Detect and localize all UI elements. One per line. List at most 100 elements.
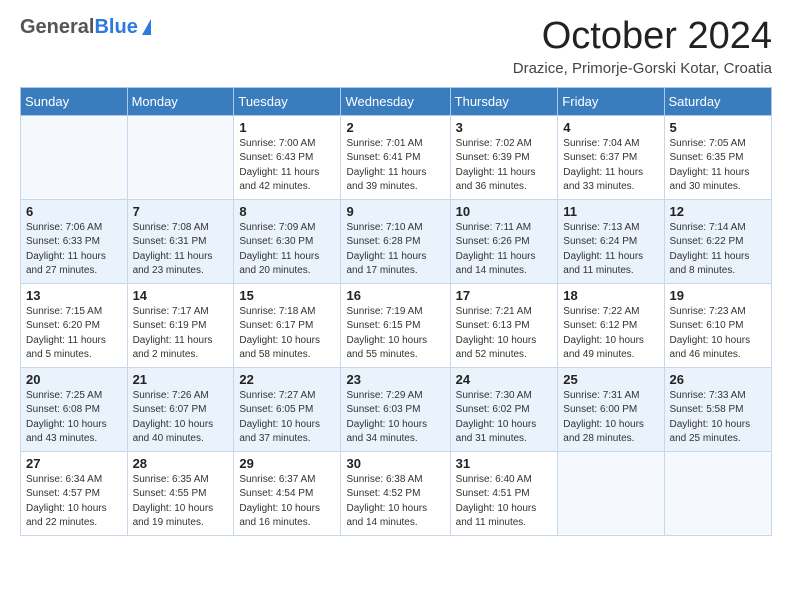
col-sunday: Sunday xyxy=(21,87,128,115)
day-info: Sunrise: 7:31 AM Sunset: 6:00 PM Dayligh… xyxy=(563,389,658,447)
calendar-cell: 31 Sunrise: 6:40 AM Sunset: 4:51 PM Dayli… xyxy=(450,451,558,535)
day-number: 5 xyxy=(670,120,766,135)
day-info: Sunrise: 6:38 AM Sunset: 4:52 PM Dayligh… xyxy=(346,473,444,531)
day-number: 28 xyxy=(133,456,229,471)
calendar-cell: 16 Sunrise: 7:19 AM Sunset: 6:15 PM Dayli… xyxy=(341,283,450,367)
calendar-header-row: Sunday Monday Tuesday Wednesday Thursday… xyxy=(21,87,772,115)
calendar-cell: 8 Sunrise: 7:09 AM Sunset: 6:30 PM Daylig… xyxy=(234,199,341,283)
month-title: October 2024 xyxy=(513,16,772,58)
day-number: 6 xyxy=(26,204,122,219)
calendar-cell: 14Sunrise: 7:17 AM Sunset: 6:19 PM Dayli… xyxy=(127,283,234,367)
day-info: Sunrise: 7:00 AM Sunset: 6:43 PM Dayligh… xyxy=(239,137,335,195)
day-info: Sunrise: 7:11 AM Sunset: 6:26 PM Dayligh… xyxy=(456,221,553,279)
day-info: Sunrise: 7:26 AM Sunset: 6:07 PM Dayligh… xyxy=(133,389,229,447)
day-number: 22 xyxy=(239,372,335,387)
col-thursday: Thursday xyxy=(450,87,558,115)
day-number: 24 xyxy=(456,372,553,387)
day-info: Sunrise: 7:27 AM Sunset: 6:05 PM Dayligh… xyxy=(239,389,335,447)
day-number: 29 xyxy=(239,456,335,471)
calendar-cell: 21 Sunrise: 7:26 AM Sunset: 6:07 PM Dayli… xyxy=(127,367,234,451)
calendar-cell: 10Sunrise: 7:11 AM Sunset: 6:26 PM Dayli… xyxy=(450,199,558,283)
day-info: Sunrise: 7:30 AM Sunset: 6:02 PM Dayligh… xyxy=(456,389,553,447)
day-number: 9 xyxy=(346,204,444,219)
calendar-cell: 4 Sunrise: 7:04 AM Sunset: 6:37 PM Daylig… xyxy=(558,115,664,199)
calendar-week-row: 1 Sunrise: 7:00 AM Sunset: 6:43 PM Daylig… xyxy=(21,115,772,199)
day-info: Sunrise: 7:09 AM Sunset: 6:30 PM Dayligh… xyxy=(239,221,335,279)
day-number: 31 xyxy=(456,456,553,471)
day-info: Sunrise: 7:08 AM Sunset: 6:31 PM Dayligh… xyxy=(133,221,229,279)
day-info: Sunrise: 7:22 AM Sunset: 6:12 PM Dayligh… xyxy=(563,305,658,363)
day-number: 16 xyxy=(346,288,444,303)
day-number: 11 xyxy=(563,204,658,219)
calendar-week-row: 13 Sunrise: 7:15 AM Sunset: 6:20 PM Dayli… xyxy=(21,283,772,367)
calendar-cell xyxy=(664,451,771,535)
calendar-cell: 17Sunrise: 7:21 AM Sunset: 6:13 PM Dayli… xyxy=(450,283,558,367)
day-number: 12 xyxy=(670,204,766,219)
day-number: 13 xyxy=(26,288,122,303)
day-info: Sunrise: 7:19 AM Sunset: 6:15 PM Dayligh… xyxy=(346,305,444,363)
header: General Blue October 2024 Drazice, Primo… xyxy=(20,16,772,77)
day-info: Sunrise: 7:05 AM Sunset: 6:35 PM Dayligh… xyxy=(670,137,766,195)
day-info: Sunrise: 6:35 AM Sunset: 4:55 PM Dayligh… xyxy=(133,473,229,531)
calendar-week-row: 6Sunrise: 7:06 AM Sunset: 6:33 PM Daylig… xyxy=(21,199,772,283)
calendar-cell: 29 Sunrise: 6:37 AM Sunset: 4:54 PM Dayli… xyxy=(234,451,341,535)
calendar-cell: 18 Sunrise: 7:22 AM Sunset: 6:12 PM Dayli… xyxy=(558,283,664,367)
calendar-cell: 13 Sunrise: 7:15 AM Sunset: 6:20 PM Dayli… xyxy=(21,283,128,367)
day-number: 15 xyxy=(239,288,335,303)
calendar-cell xyxy=(21,115,128,199)
day-info: Sunrise: 7:10 AM Sunset: 6:28 PM Dayligh… xyxy=(346,221,444,279)
day-number: 1 xyxy=(239,120,335,135)
calendar-cell: 20 Sunrise: 7:25 AM Sunset: 6:08 PM Dayli… xyxy=(21,367,128,451)
col-friday: Friday xyxy=(558,87,664,115)
day-info: Sunrise: 7:29 AM Sunset: 6:03 PM Dayligh… xyxy=(346,389,444,447)
page: General Blue October 2024 Drazice, Primo… xyxy=(0,0,792,552)
calendar-cell: 2 Sunrise: 7:01 AM Sunset: 6:41 PM Daylig… xyxy=(341,115,450,199)
day-info: Sunrise: 7:02 AM Sunset: 6:39 PM Dayligh… xyxy=(456,137,553,195)
logo: General Blue xyxy=(20,16,151,39)
day-number: 23 xyxy=(346,372,444,387)
day-number: 20 xyxy=(26,372,122,387)
day-number: 18 xyxy=(563,288,658,303)
logo-icon xyxy=(142,19,151,35)
calendar-cell: 11 Sunrise: 7:13 AM Sunset: 6:24 PM Dayli… xyxy=(558,199,664,283)
calendar-week-row: 20 Sunrise: 7:25 AM Sunset: 6:08 PM Dayli… xyxy=(21,367,772,451)
calendar-cell: 28 Sunrise: 6:35 AM Sunset: 4:55 PM Dayli… xyxy=(127,451,234,535)
day-info: Sunrise: 7:21 AM Sunset: 6:13 PM Dayligh… xyxy=(456,305,553,363)
day-info: Sunrise: 6:37 AM Sunset: 4:54 PM Dayligh… xyxy=(239,473,335,531)
day-info: Sunrise: 7:25 AM Sunset: 6:08 PM Dayligh… xyxy=(26,389,122,447)
logo-blue-text: Blue xyxy=(94,16,137,39)
day-number: 2 xyxy=(346,120,444,135)
day-number: 25 xyxy=(563,372,658,387)
day-number: 4 xyxy=(563,120,658,135)
calendar-cell: 24 Sunrise: 7:30 AM Sunset: 6:02 PM Dayli… xyxy=(450,367,558,451)
day-number: 14 xyxy=(133,288,229,303)
day-info: Sunrise: 7:23 AM Sunset: 6:10 PM Dayligh… xyxy=(670,305,766,363)
day-number: 21 xyxy=(133,372,229,387)
logo-general-text: General xyxy=(20,16,94,39)
day-info: Sunrise: 7:01 AM Sunset: 6:41 PM Dayligh… xyxy=(346,137,444,195)
col-monday: Monday xyxy=(127,87,234,115)
calendar-cell: 15 Sunrise: 7:18 AM Sunset: 6:17 PM Dayli… xyxy=(234,283,341,367)
calendar-table: Sunday Monday Tuesday Wednesday Thursday… xyxy=(20,87,772,536)
calendar-cell: 23 Sunrise: 7:29 AM Sunset: 6:03 PM Dayli… xyxy=(341,367,450,451)
day-info: Sunrise: 7:04 AM Sunset: 6:37 PM Dayligh… xyxy=(563,137,658,195)
day-number: 3 xyxy=(456,120,553,135)
location-title: Drazice, Primorje-Gorski Kotar, Croatia xyxy=(513,60,772,77)
calendar-cell xyxy=(127,115,234,199)
calendar-cell: 12Sunrise: 7:14 AM Sunset: 6:22 PM Dayli… xyxy=(664,199,771,283)
calendar-cell: 27Sunrise: 6:34 AM Sunset: 4:57 PM Dayli… xyxy=(21,451,128,535)
day-info: Sunrise: 7:18 AM Sunset: 6:17 PM Dayligh… xyxy=(239,305,335,363)
calendar-cell: 25 Sunrise: 7:31 AM Sunset: 6:00 PM Dayli… xyxy=(558,367,664,451)
day-number: 7 xyxy=(133,204,229,219)
calendar-cell: 30 Sunrise: 6:38 AM Sunset: 4:52 PM Dayli… xyxy=(341,451,450,535)
calendar-cell: 1 Sunrise: 7:00 AM Sunset: 6:43 PM Daylig… xyxy=(234,115,341,199)
day-info: Sunrise: 7:15 AM Sunset: 6:20 PM Dayligh… xyxy=(26,305,122,363)
day-number: 8 xyxy=(239,204,335,219)
day-info: Sunrise: 7:13 AM Sunset: 6:24 PM Dayligh… xyxy=(563,221,658,279)
col-tuesday: Tuesday xyxy=(234,87,341,115)
day-info: Sunrise: 6:34 AM Sunset: 4:57 PM Dayligh… xyxy=(26,473,122,531)
day-number: 19 xyxy=(670,288,766,303)
day-info: Sunrise: 6:40 AM Sunset: 4:51 PM Dayligh… xyxy=(456,473,553,531)
day-number: 30 xyxy=(346,456,444,471)
calendar-cell: 6Sunrise: 7:06 AM Sunset: 6:33 PM Daylig… xyxy=(21,199,128,283)
